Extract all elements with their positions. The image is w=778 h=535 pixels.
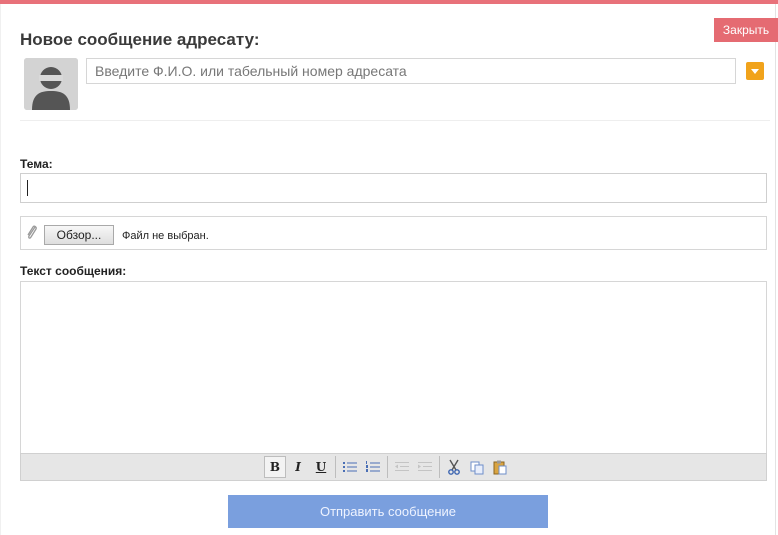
- recipient-dropdown-button[interactable]: [746, 62, 764, 80]
- avatar: [24, 58, 78, 110]
- message-label: Текст сообщения:: [20, 264, 127, 278]
- message-textarea[interactable]: [20, 281, 767, 453]
- paste-icon: [493, 460, 507, 475]
- divider: [20, 120, 770, 121]
- dialog-title: Новое сообщение адресату:: [20, 30, 260, 49]
- underline-button[interactable]: U: [310, 456, 332, 478]
- toolbar-separator: [439, 456, 440, 478]
- numbered-list-icon: [366, 461, 380, 472]
- indent-icon: [418, 462, 432, 471]
- bullet-list-button[interactable]: [339, 456, 361, 478]
- copy-icon: [470, 461, 484, 475]
- indent-button[interactable]: [414, 456, 436, 478]
- file-status: Файл не выбран.: [122, 230, 209, 242]
- user-silhouette-icon: [24, 58, 78, 110]
- underline-icon: U: [315, 460, 327, 474]
- editor-toolbar-buttons: B I U: [264, 456, 511, 478]
- toolbar-separator: [387, 456, 388, 478]
- copy-button[interactable]: [466, 456, 488, 478]
- italic-button[interactable]: I: [287, 456, 309, 478]
- send-message-button[interactable]: Отправить сообщение: [228, 495, 548, 528]
- subject-input[interactable]: [20, 173, 767, 203]
- cut-icon: [448, 459, 460, 475]
- bold-button[interactable]: B: [264, 456, 286, 478]
- text-caret: [27, 180, 28, 196]
- bullet-list-icon: [343, 462, 357, 472]
- browse-button[interactable]: Обзор...: [44, 225, 114, 245]
- chevron-down-icon: [751, 69, 759, 74]
- outdent-button[interactable]: [391, 456, 413, 478]
- numbered-list-button[interactable]: [362, 456, 384, 478]
- italic-icon: I: [295, 460, 301, 474]
- outdent-icon: [395, 462, 409, 471]
- paperclip-icon: [27, 225, 37, 239]
- close-button[interactable]: Закрыть: [714, 18, 778, 42]
- bold-icon: B: [269, 460, 281, 474]
- cut-button[interactable]: [443, 456, 465, 478]
- paste-button[interactable]: [489, 456, 511, 478]
- subject-label: Тема:: [20, 157, 53, 171]
- toolbar-separator: [335, 456, 336, 478]
- recipient-input[interactable]: [86, 58, 736, 84]
